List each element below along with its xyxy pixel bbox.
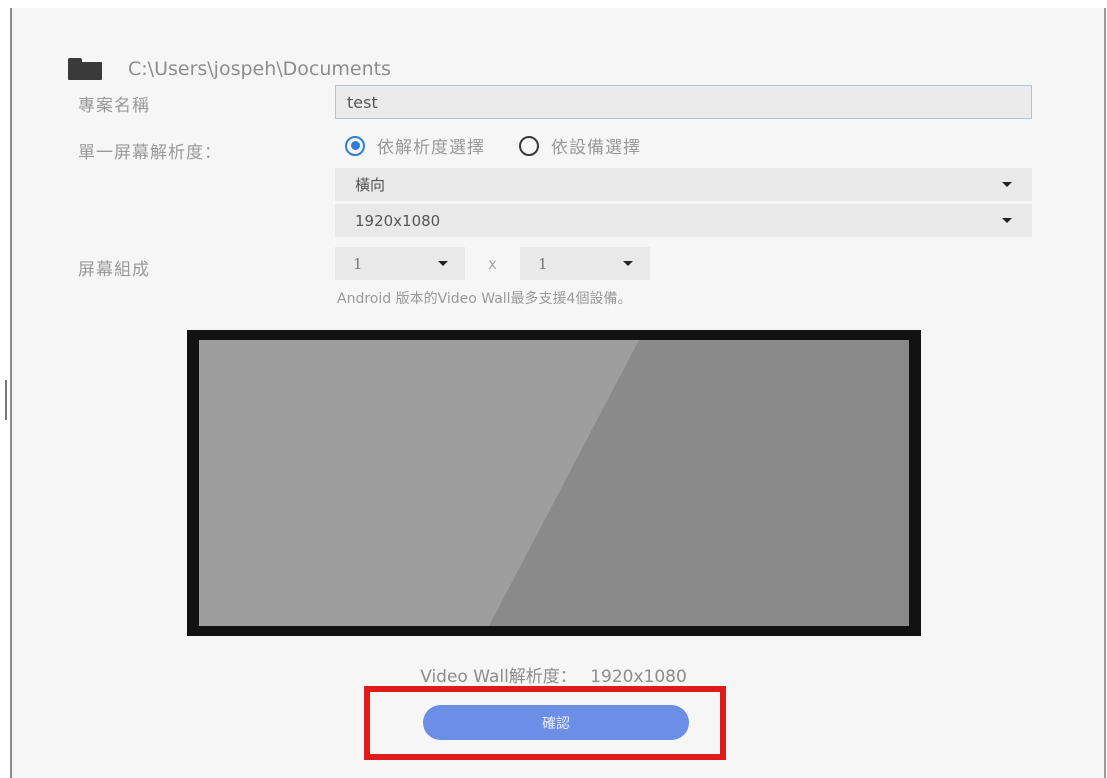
columns-select[interactable]: 1 — [335, 247, 465, 280]
rows-select[interactable]: 1 — [520, 247, 650, 280]
resolution-value: 1920x1080 — [355, 211, 441, 230]
orientation-value: 橫向 — [355, 176, 386, 194]
radio-unchecked-icon — [519, 135, 539, 156]
folder-icon[interactable] — [68, 58, 102, 80]
chevron-down-icon — [438, 261, 448, 266]
screen-composition-label: 屏幕組成 — [78, 260, 150, 280]
radio-by-resolution-label: 依解析度選擇 — [377, 138, 485, 158]
chevron-down-icon — [1002, 182, 1012, 187]
project-name-input[interactable] — [335, 85, 1032, 119]
radio-by-resolution[interactable]: 依解析度選擇 — [345, 133, 485, 158]
project-path-row[interactable]: C:\Users\jospeh\Documents — [68, 54, 391, 84]
radio-checked-icon — [345, 135, 365, 156]
multiply-sign: x — [488, 255, 497, 273]
chevron-down-icon — [1002, 218, 1012, 223]
resolution-select[interactable]: 1920x1080 — [335, 204, 1032, 237]
radio-by-device-label: 依設備選擇 — [551, 138, 641, 158]
radio-by-device[interactable]: 依設備選擇 — [519, 133, 641, 158]
android-limit-note: Android 版本的Video Wall最多支援4個設備。 — [337, 291, 632, 307]
resolution-mode-radio-group: 依解析度選擇 依設備選擇 — [345, 133, 675, 158]
confirm-button[interactable]: 確認 — [423, 705, 689, 740]
video-wall-resolution: Video Wall解析度： 1920x1080 — [0, 662, 1107, 687]
columns-value: 1 — [353, 254, 363, 273]
orientation-select[interactable]: 橫向 — [335, 168, 1032, 201]
window-edge-marker — [5, 380, 7, 420]
screen-resolution-label: 單一屏幕解析度： — [78, 143, 222, 163]
rows-value: 1 — [538, 254, 548, 273]
chevron-down-icon — [623, 261, 633, 266]
screen-preview-graphic — [199, 340, 909, 626]
video-wall-resolution-label: Video Wall解析度： — [420, 667, 577, 687]
video-wall-resolution-value: 1920x1080 — [590, 667, 687, 687]
video-wall-preview — [187, 330, 921, 636]
project-path: C:\Users\jospeh\Documents — [128, 58, 392, 80]
project-name-label: 專案名稱 — [78, 96, 150, 116]
